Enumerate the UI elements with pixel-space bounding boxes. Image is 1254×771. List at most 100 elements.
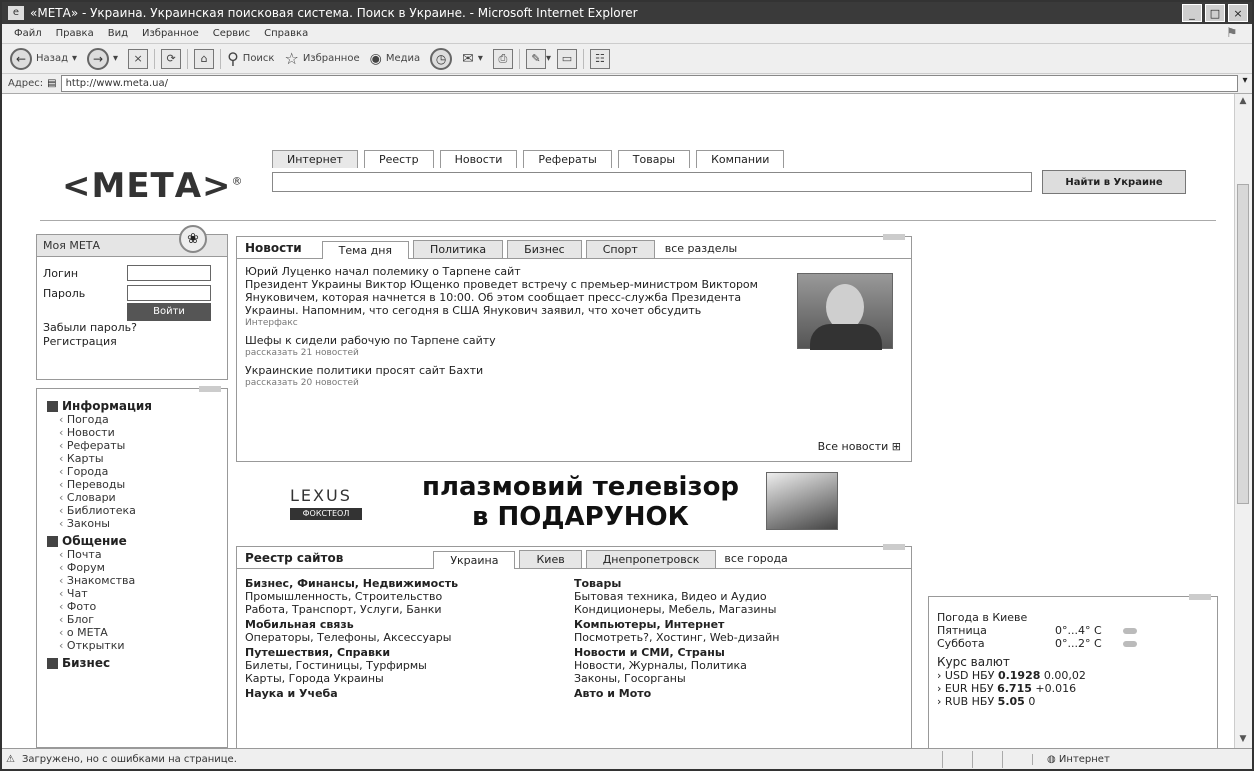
nav-link-weather[interactable]: Погода xyxy=(59,413,227,426)
address-dropdown-icon[interactable]: ▾ xyxy=(1238,75,1252,92)
address-input[interactable]: http://www.meta.ua/ xyxy=(60,75,1238,92)
back-dropdown-icon[interactable]: ▾ xyxy=(72,53,77,64)
media-button[interactable]: ◉ Медиа xyxy=(370,51,421,67)
nav-link-essays[interactable]: Рефераты xyxy=(59,439,227,452)
search-button[interactable]: ⚲ Поиск xyxy=(227,49,274,68)
news-tab-topic[interactable]: Тема дня xyxy=(321,241,410,259)
search-tab-internet[interactable]: Интернет xyxy=(272,150,358,168)
nav-link-postcards[interactable]: Открытки xyxy=(59,639,227,652)
news-tab-business[interactable]: Бизнес xyxy=(507,240,582,258)
forward-button[interactable]: → ▾ xyxy=(87,47,118,70)
vertical-scrollbar[interactable]: ▲ ▼ xyxy=(1234,94,1250,748)
nav-link-cities[interactable]: Города xyxy=(59,465,227,478)
forgot-password-link[interactable]: Забыли пароль? xyxy=(37,321,227,335)
nav-link-forum[interactable]: Форум xyxy=(59,561,227,574)
registry-category[interactable]: Наука и Учеба xyxy=(245,687,574,700)
history-icon[interactable]: ◷ xyxy=(430,47,453,70)
nav-link-dictionaries[interactable]: Словари xyxy=(59,491,227,504)
weather-title[interactable]: Погода в Киеве xyxy=(937,611,1209,624)
close-button[interactable]: × xyxy=(1228,4,1248,22)
registry-category[interactable]: Путешествия, Справки xyxy=(245,646,574,659)
registry-category[interactable]: Мобильная связь xyxy=(245,618,574,631)
registry-subcats[interactable]: Законы, Госорганы xyxy=(574,672,903,685)
info-icon xyxy=(47,400,58,412)
nav-link-translations[interactable]: Переводы xyxy=(59,478,227,491)
meta-logo[interactable]: <МЕТА>® xyxy=(62,166,244,206)
registry-subcats[interactable]: Кондиционеры, Мебель, Магазины xyxy=(574,603,903,616)
menu-favorites[interactable]: Избранное xyxy=(142,28,199,39)
favorites-button[interactable]: ☆ Избранное xyxy=(284,49,359,68)
nav-link-chat[interactable]: Чат xyxy=(59,587,227,600)
nav-link-laws[interactable]: Законы xyxy=(59,517,227,530)
menu-help[interactable]: Справка xyxy=(264,28,308,39)
registry-category[interactable]: Новости и СМИ, Страны xyxy=(574,646,903,659)
nav-link-dating[interactable]: Знакомства xyxy=(59,574,227,587)
registry-subcats[interactable]: Промышленность, Строительство xyxy=(245,590,574,603)
mail-button[interactable]: ✉ ▾ xyxy=(462,51,483,67)
news-tab-politics[interactable]: Политика xyxy=(413,240,504,258)
nav-link-library[interactable]: Библиотека xyxy=(59,504,227,517)
registry-subcats[interactable]: Операторы, Телефоны, Аксессуары xyxy=(245,631,574,644)
registry-all-cities-link[interactable]: все города xyxy=(724,552,787,568)
registry-tab-kyiv[interactable]: Киев xyxy=(519,550,582,568)
registry-subcats[interactable]: Билеты, Гостиницы, Турфирмы xyxy=(245,659,574,672)
search-tab-essays[interactable]: Рефераты xyxy=(523,150,612,168)
search-tab-registry[interactable]: Реестр xyxy=(363,150,434,168)
home-icon[interactable]: ⌂ xyxy=(194,48,215,69)
news-headline[interactable]: Юрий Луценко начал полемику о Тарпене са… xyxy=(245,265,785,278)
back-button[interactable]: ← Назад ▾ xyxy=(10,47,77,70)
news-all-sections-link[interactable]: все разделы xyxy=(665,242,737,258)
news-item-link[interactable]: Украинские политики просят сайт Бахти xyxy=(245,364,903,377)
all-news-link[interactable]: Все новости ⊞ xyxy=(818,440,901,453)
registry-subcats[interactable]: Карты, Города Украины xyxy=(245,672,574,685)
news-photo[interactable] xyxy=(797,273,893,350)
menu-tools[interactable]: Сервис xyxy=(213,28,250,39)
print-icon[interactable]: ⎙ xyxy=(492,48,513,69)
registry-subcats[interactable]: Бытовая техника, Видео и Аудио xyxy=(574,590,903,603)
ad-banner[interactable]: LEXUS ФОКСТЕОЛ плазмовий телевізор в ПОД… xyxy=(282,468,842,538)
nav-link-maps[interactable]: Карты xyxy=(59,452,227,465)
menu-file[interactable]: Файл xyxy=(14,28,42,39)
search-tab-goods[interactable]: Товары xyxy=(617,150,691,168)
discuss-icon[interactable]: ▭ xyxy=(556,48,577,69)
nav-link-mail[interactable]: Почта xyxy=(59,548,227,561)
media-icon: ◉ xyxy=(369,50,382,67)
registry-subcats[interactable]: Новости, Журналы, Политика xyxy=(574,659,903,672)
refresh-icon[interactable]: ⟳ xyxy=(161,48,182,69)
minimize-button[interactable]: _ xyxy=(1182,4,1202,22)
nav-link-about[interactable]: о МЕТА xyxy=(59,626,227,639)
scroll-up-icon[interactable]: ▲ xyxy=(1237,96,1249,108)
search-tab-news[interactable]: Новости xyxy=(439,150,518,168)
menu-edit[interactable]: Правка xyxy=(56,28,94,39)
stop-icon[interactable]: × xyxy=(128,48,149,69)
password-field[interactable] xyxy=(127,285,211,301)
registry-category[interactable]: Авто и Мото xyxy=(574,687,903,700)
edit-icon[interactable]: ✎ xyxy=(525,48,546,69)
search-tab-companies[interactable]: Компании xyxy=(696,150,785,168)
maximize-button[interactable]: □ xyxy=(1205,4,1225,22)
login-field[interactable] xyxy=(127,265,211,281)
messenger-icon[interactable]: ☷ xyxy=(589,48,610,69)
nav-link-blog[interactable]: Блог xyxy=(59,613,227,626)
scroll-down-icon[interactable]: ▼ xyxy=(1237,734,1249,746)
news-tab-sport[interactable]: Спорт xyxy=(585,240,655,258)
registry-tab-dnipro[interactable]: Днепропетровск xyxy=(585,550,717,568)
nav-link-photo[interactable]: Фото xyxy=(59,600,227,613)
nav-link-news[interactable]: Новости xyxy=(59,426,227,439)
registry-tab-ukraine[interactable]: Украина xyxy=(433,551,516,569)
edit-dropdown-icon[interactable]: ▾ xyxy=(546,53,551,64)
forward-dropdown-icon[interactable]: ▾ xyxy=(113,53,118,64)
login-button[interactable]: Войти xyxy=(127,303,211,321)
search-input[interactable] xyxy=(272,172,1032,192)
biz-section-title: Бизнес xyxy=(37,656,227,670)
registry-category[interactable]: Компьютеры, Интернет xyxy=(574,618,903,631)
registry-subcats[interactable]: Посмотреть?, Хостинг, Web-дизайн xyxy=(574,631,903,644)
menu-view[interactable]: Вид xyxy=(108,28,128,39)
search-submit-button[interactable]: Найти в Украине xyxy=(1042,170,1186,194)
registry-category[interactable]: Товары xyxy=(574,577,903,590)
registry-subcats[interactable]: Работа, Транспорт, Услуги, Банки xyxy=(245,603,574,616)
registry-category[interactable]: Бизнес, Финансы, Недвижимость xyxy=(245,577,574,590)
warning-icon[interactable]: ⚠ xyxy=(6,754,15,765)
register-link[interactable]: Регистрация xyxy=(37,335,227,349)
scroll-thumb[interactable] xyxy=(1237,184,1249,504)
